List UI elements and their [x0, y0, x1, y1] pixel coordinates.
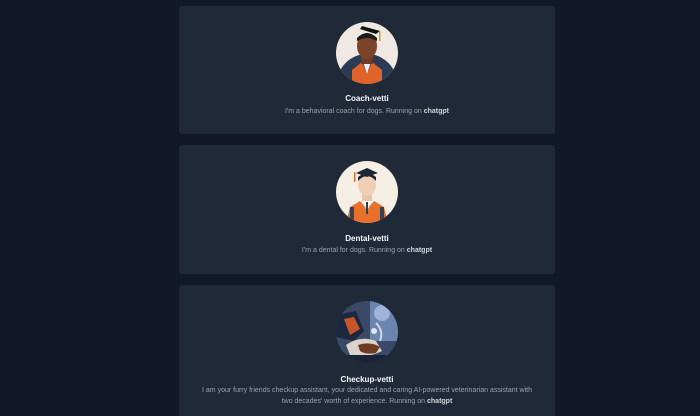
bot-card-checkup-vetti[interactable]: Checkup-vetti I am your furry friends ch… — [179, 285, 555, 416]
dental-avatar-icon — [336, 161, 398, 223]
bot-model: chatgpt — [406, 247, 433, 254]
bot-model: chatgpt — [423, 108, 449, 115]
bot-model: chatgpt — [427, 398, 453, 405]
bot-card-dental-vetti[interactable]: Dental-vetti I'm a dental for dogs. Runn… — [179, 145, 555, 274]
bot-description-text: I'm a behavioral coach for dogs. Running… — [285, 108, 422, 115]
bot-list-page: Coach-vetti I'm a behavioral coach for d… — [0, 0, 700, 416]
bot-description: I'm a behavioral coach for dogs. Running… — [199, 106, 535, 117]
bot-description: I'm a dental for dogs. Running on chatgp… — [199, 245, 535, 256]
bot-card-coach-vetti[interactable]: Coach-vetti I'm a behavioral coach for d… — [179, 6, 555, 134]
bot-description: I am your furry friends checkup assistan… — [199, 385, 535, 407]
bot-name: Dental-vetti — [345, 234, 389, 243]
bot-name: Checkup-vetti — [340, 375, 394, 384]
coach-avatar-icon — [336, 22, 398, 84]
bot-description-text: I am your furry friends checkup assistan… — [202, 387, 532, 405]
bot-description-text: I'm a dental for dogs. Running on — [301, 247, 405, 254]
checkup-avatar-icon — [336, 301, 398, 363]
bot-name: Coach-vetti — [345, 94, 389, 103]
